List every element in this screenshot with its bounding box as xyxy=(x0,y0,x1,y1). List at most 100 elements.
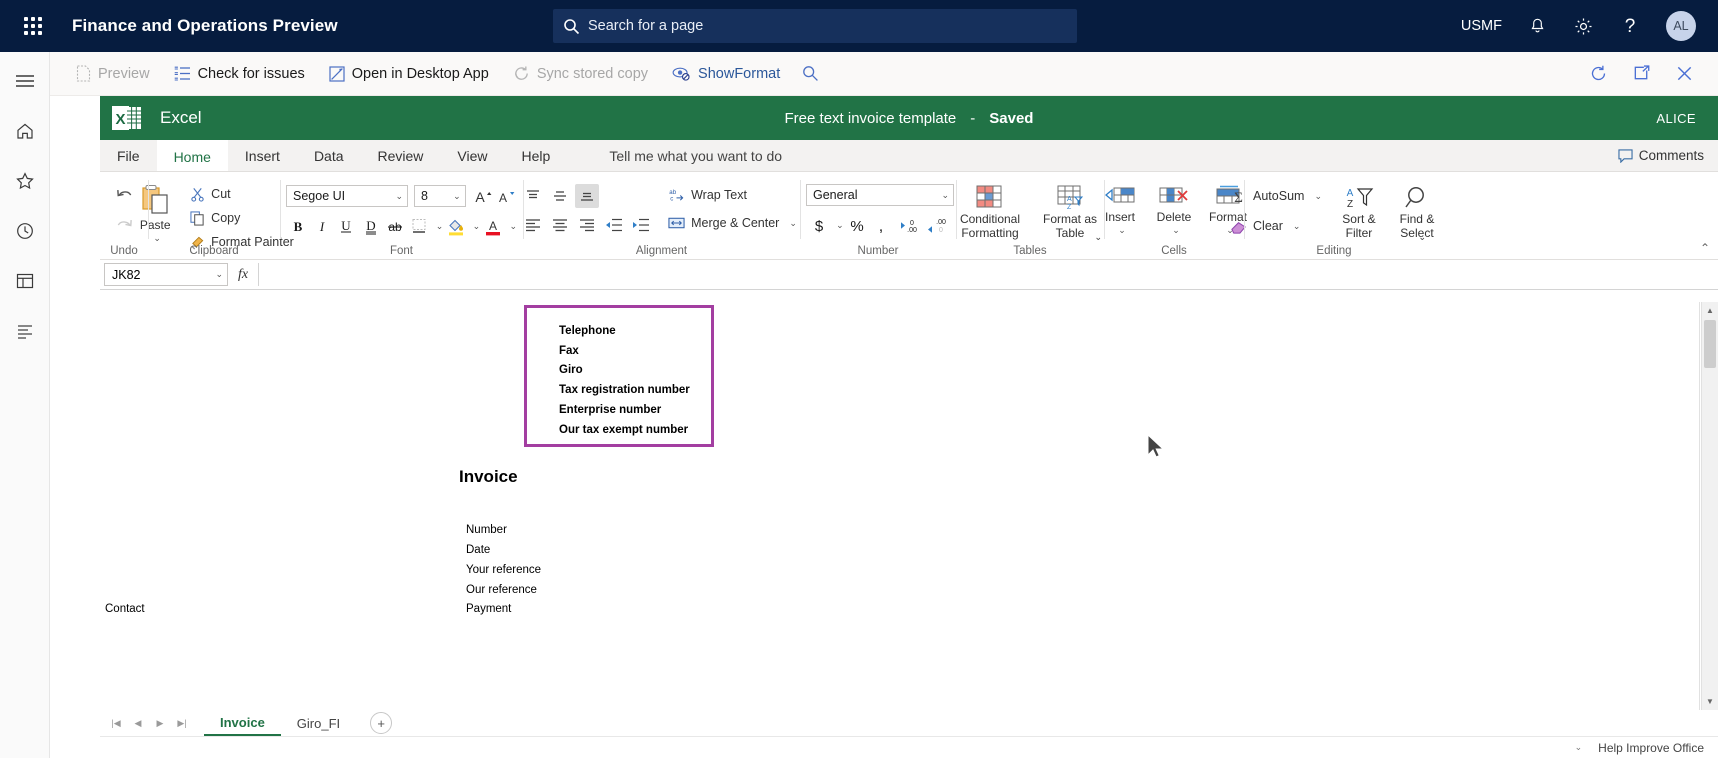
selected-cell-range[interactable]: Telephone Fax Giro Tax registration numb… xyxy=(524,305,714,447)
chevron-down-icon[interactable]: ⌄ xyxy=(789,218,797,229)
decrease-decimal-icon[interactable]: .000 xyxy=(924,213,950,237)
double-underline-icon[interactable]: D xyxy=(359,214,382,238)
comma-style-icon[interactable]: , xyxy=(871,213,892,237)
chevron-down-icon[interactable]: ⌄ xyxy=(1314,191,1322,202)
last-sheet-icon[interactable]: ▶| xyxy=(172,713,192,733)
font-size-select[interactable]: 8 ⌄ xyxy=(414,185,466,207)
chevron-down-icon[interactable]: ⌄ xyxy=(1118,225,1126,236)
insert-cells-button[interactable]: Insert ⌄ xyxy=(1094,182,1146,236)
currency-icon[interactable]: $ xyxy=(808,213,829,237)
chevron-down-icon[interactable]: ⌄ xyxy=(1575,742,1583,753)
search-input[interactable]: Search for a page xyxy=(553,9,1077,43)
bold-icon[interactable]: B xyxy=(286,214,309,238)
preview-button[interactable]: Preview xyxy=(64,58,162,90)
align-bottom-icon[interactable] xyxy=(575,184,599,208)
increase-decimal-icon[interactable]: 0.00 xyxy=(895,213,921,237)
decrease-font-size-icon[interactable]: A xyxy=(495,184,517,208)
borders-icon[interactable] xyxy=(407,214,430,238)
home-icon[interactable] xyxy=(8,116,42,146)
sort-filter-button[interactable]: AZ Sort & Filter ⌄ xyxy=(1333,183,1385,241)
autosum-button[interactable]: Σ AutoSum ⌄ xyxy=(1225,185,1327,207)
italic-icon[interactable]: I xyxy=(310,214,333,238)
chevron-down-icon[interactable]: ⌄ xyxy=(473,221,481,232)
avatar[interactable]: AL xyxy=(1666,11,1696,41)
help-improve-office-label[interactable]: Help Improve Office xyxy=(1598,741,1704,755)
formula-input[interactable] xyxy=(258,263,1718,286)
wrap-text-button[interactable]: abc Wrap Text xyxy=(663,184,802,206)
modules-icon[interactable] xyxy=(8,316,42,346)
check-for-issues-button[interactable]: Check for issues xyxy=(162,58,317,90)
chevron-down-icon[interactable]: ⌄ xyxy=(153,233,161,244)
tab-file[interactable]: File xyxy=(100,140,157,171)
refresh-icon[interactable] xyxy=(1579,58,1618,90)
showformat-button[interactable]: ShowFormat xyxy=(660,58,792,90)
align-center-icon[interactable] xyxy=(548,213,572,237)
chevron-down-icon[interactable]: ⌄ xyxy=(836,220,844,231)
open-in-desktop-app-button[interactable]: Open in Desktop App xyxy=(317,58,501,90)
font-color-icon[interactable]: A xyxy=(481,214,504,238)
clock-icon[interactable] xyxy=(8,216,42,246)
merge-center-button[interactable]: Merge & Center ⌄ xyxy=(663,212,802,234)
delete-cells-button[interactable]: Delete ⌄ xyxy=(1148,182,1200,236)
chevron-down-icon[interactable]: ⌄ xyxy=(509,221,517,232)
tab-view[interactable]: View xyxy=(440,140,504,171)
app-launcher-icon[interactable] xyxy=(16,9,50,43)
decrease-indent-icon[interactable] xyxy=(602,213,626,237)
ribbon-home: Undo Paste ⌄ xyxy=(100,172,1718,260)
paste-button[interactable]: Paste ⌄ xyxy=(129,181,181,244)
tab-data[interactable]: Data xyxy=(297,140,361,171)
chevron-down-icon[interactable]: ⌄ xyxy=(436,221,444,232)
document-name[interactable]: Free text invoice template xyxy=(785,110,957,127)
tab-help[interactable]: Help xyxy=(505,140,568,171)
close-icon[interactable] xyxy=(1665,58,1704,90)
tab-review[interactable]: Review xyxy=(361,140,441,171)
clear-button[interactable]: Clear ⌄ xyxy=(1225,215,1327,237)
company-label[interactable]: USMF xyxy=(1461,18,1502,34)
increase-font-size-icon[interactable]: A xyxy=(472,184,494,208)
next-sheet-icon[interactable]: ▶ xyxy=(150,713,170,733)
previous-sheet-icon[interactable]: ◀ xyxy=(128,713,148,733)
strikethrough-icon[interactable]: ab xyxy=(383,214,406,238)
align-left-icon[interactable] xyxy=(521,213,545,237)
underline-icon[interactable]: U xyxy=(335,214,358,238)
sync-stored-copy-button[interactable]: Sync stored copy xyxy=(501,58,660,90)
gear-icon[interactable] xyxy=(1573,16,1594,37)
align-middle-icon[interactable] xyxy=(548,184,572,208)
chevron-down-icon[interactable]: ⌄ xyxy=(1293,221,1301,232)
chevron-up-icon[interactable]: ⌃ xyxy=(1700,241,1710,255)
function-icon[interactable]: fx xyxy=(228,267,258,283)
conditional-formatting-button[interactable]: Conditional Formatting ⌄ xyxy=(957,182,1023,241)
fill-color-icon[interactable] xyxy=(444,214,467,238)
workspaces-icon[interactable] xyxy=(8,266,42,296)
chevron-down-icon[interactable]: ⌄ xyxy=(1418,232,1426,243)
star-icon[interactable] xyxy=(8,166,42,196)
scroll-down-icon[interactable]: ▼ xyxy=(1702,693,1718,710)
vertical-scrollbar[interactable]: ▲ ▼ xyxy=(1701,302,1718,710)
find-select-button[interactable]: Find & Select ⌄ xyxy=(1391,183,1443,241)
tell-me-search[interactable]: Tell me what you want to do xyxy=(591,140,800,171)
font-family-select[interactable]: Segoe UI ⌄ xyxy=(286,185,408,207)
increase-indent-icon[interactable] xyxy=(629,213,653,237)
align-right-icon[interactable] xyxy=(575,213,599,237)
worksheet-canvas[interactable]: Telephone Fax Giro Tax registration numb… xyxy=(104,302,1700,710)
tab-insert[interactable]: Insert xyxy=(228,140,297,171)
search-icon[interactable] xyxy=(792,58,829,90)
vertical-scroll-thumb[interactable] xyxy=(1704,320,1716,368)
name-box[interactable]: JK82 ⌄ xyxy=(104,263,228,286)
pop-out-icon[interactable] xyxy=(1622,58,1661,90)
hamburger-menu-icon[interactable] xyxy=(8,66,42,96)
bell-icon[interactable] xyxy=(1528,17,1547,36)
question-mark-icon[interactable]: ? xyxy=(1620,15,1640,37)
percent-icon[interactable]: % xyxy=(847,213,868,237)
comments-button[interactable]: Comments xyxy=(1604,140,1718,171)
tab-home[interactable]: Home xyxy=(157,140,228,171)
chevron-down-icon[interactable]: ⌄ xyxy=(1172,225,1180,236)
first-sheet-icon[interactable]: |◀ xyxy=(106,713,126,733)
scroll-up-icon[interactable]: ▲ xyxy=(1702,302,1718,319)
add-sheet-icon[interactable]: + xyxy=(370,712,392,734)
align-top-icon[interactable] xyxy=(521,184,545,208)
chevron-down-icon[interactable]: ⌄ xyxy=(215,269,223,280)
sheet-tab-invoice[interactable]: Invoice xyxy=(204,710,281,736)
sheet-tab-giro-fi[interactable]: Giro_FI xyxy=(281,710,356,736)
number-format-select[interactable]: General ⌄ xyxy=(806,184,954,206)
